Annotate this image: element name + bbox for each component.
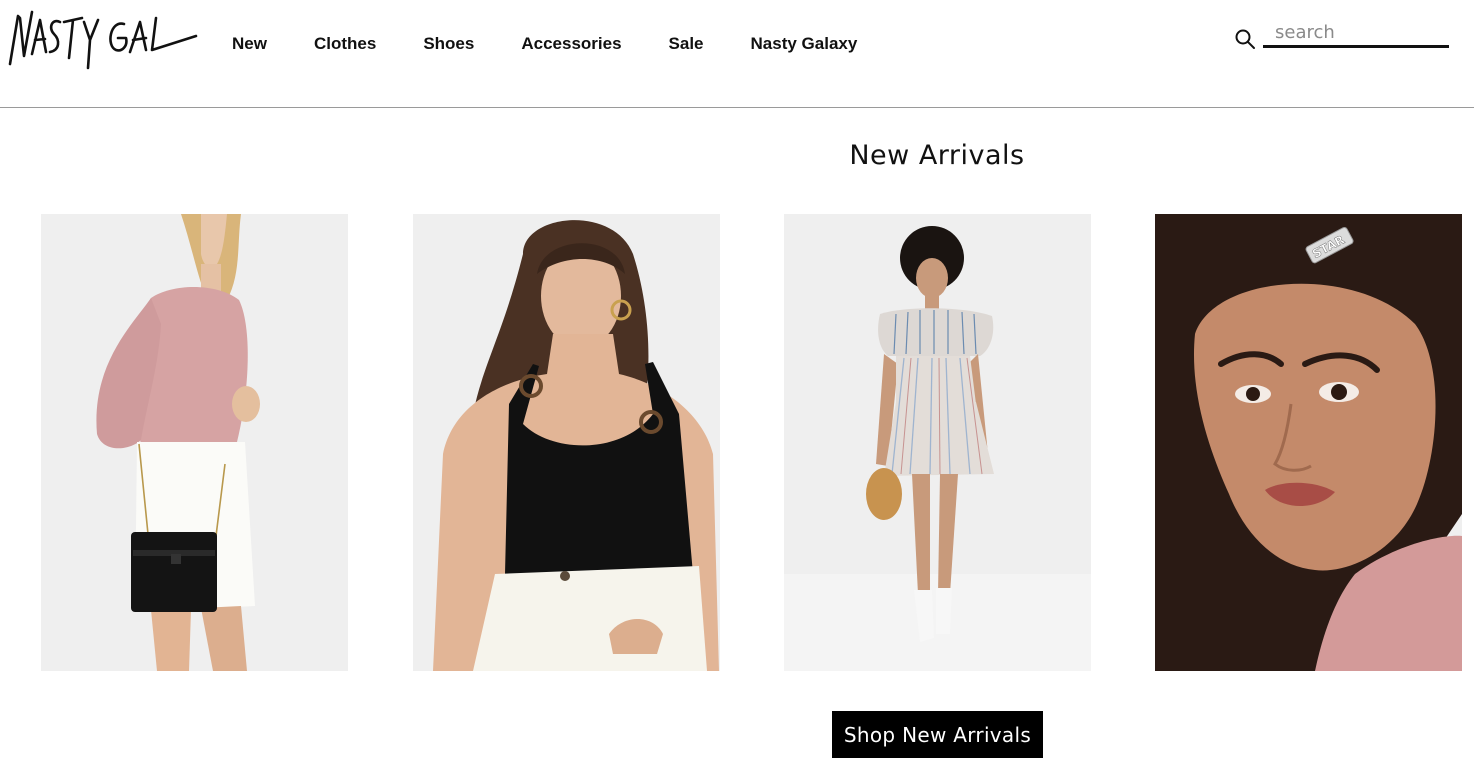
nasty-gal-logo[interactable] xyxy=(6,6,198,70)
search-input[interactable] xyxy=(1263,20,1449,48)
product-card-1[interactable] xyxy=(41,214,348,671)
shop-new-arrivals-button[interactable]: Shop New Arrivals xyxy=(832,711,1043,758)
section-title: New Arrivals xyxy=(849,140,1025,171)
search-icon[interactable] xyxy=(1234,28,1256,50)
product-card-2[interactable] xyxy=(413,214,720,671)
nav-clothes[interactable]: Clothes xyxy=(314,33,376,55)
logo-wordmark-icon xyxy=(8,10,198,70)
nav-shoes[interactable]: Shoes xyxy=(423,33,474,55)
nav-nasty-galaxy[interactable]: Nasty Galaxy xyxy=(751,33,858,55)
site-header: New Clothes Shoes Accessories Sale Nasty… xyxy=(0,0,1474,108)
black-tank-photo-icon xyxy=(413,214,720,671)
star-hair-clip-photo-icon: STAR xyxy=(1155,214,1462,671)
pink-cardigan-photo-icon xyxy=(41,214,348,671)
nav-accessories[interactable]: Accessories xyxy=(521,33,621,55)
product-card-3[interactable] xyxy=(784,214,1091,671)
nav-new[interactable]: New xyxy=(232,33,267,55)
striped-dress-photo-icon xyxy=(784,214,1091,671)
search-bar xyxy=(1234,20,1454,52)
main-nav: New Clothes Shoes Accessories Sale Nasty… xyxy=(232,33,857,55)
product-card-4[interactable]: STAR xyxy=(1155,214,1462,671)
nav-sale[interactable]: Sale xyxy=(669,33,704,55)
